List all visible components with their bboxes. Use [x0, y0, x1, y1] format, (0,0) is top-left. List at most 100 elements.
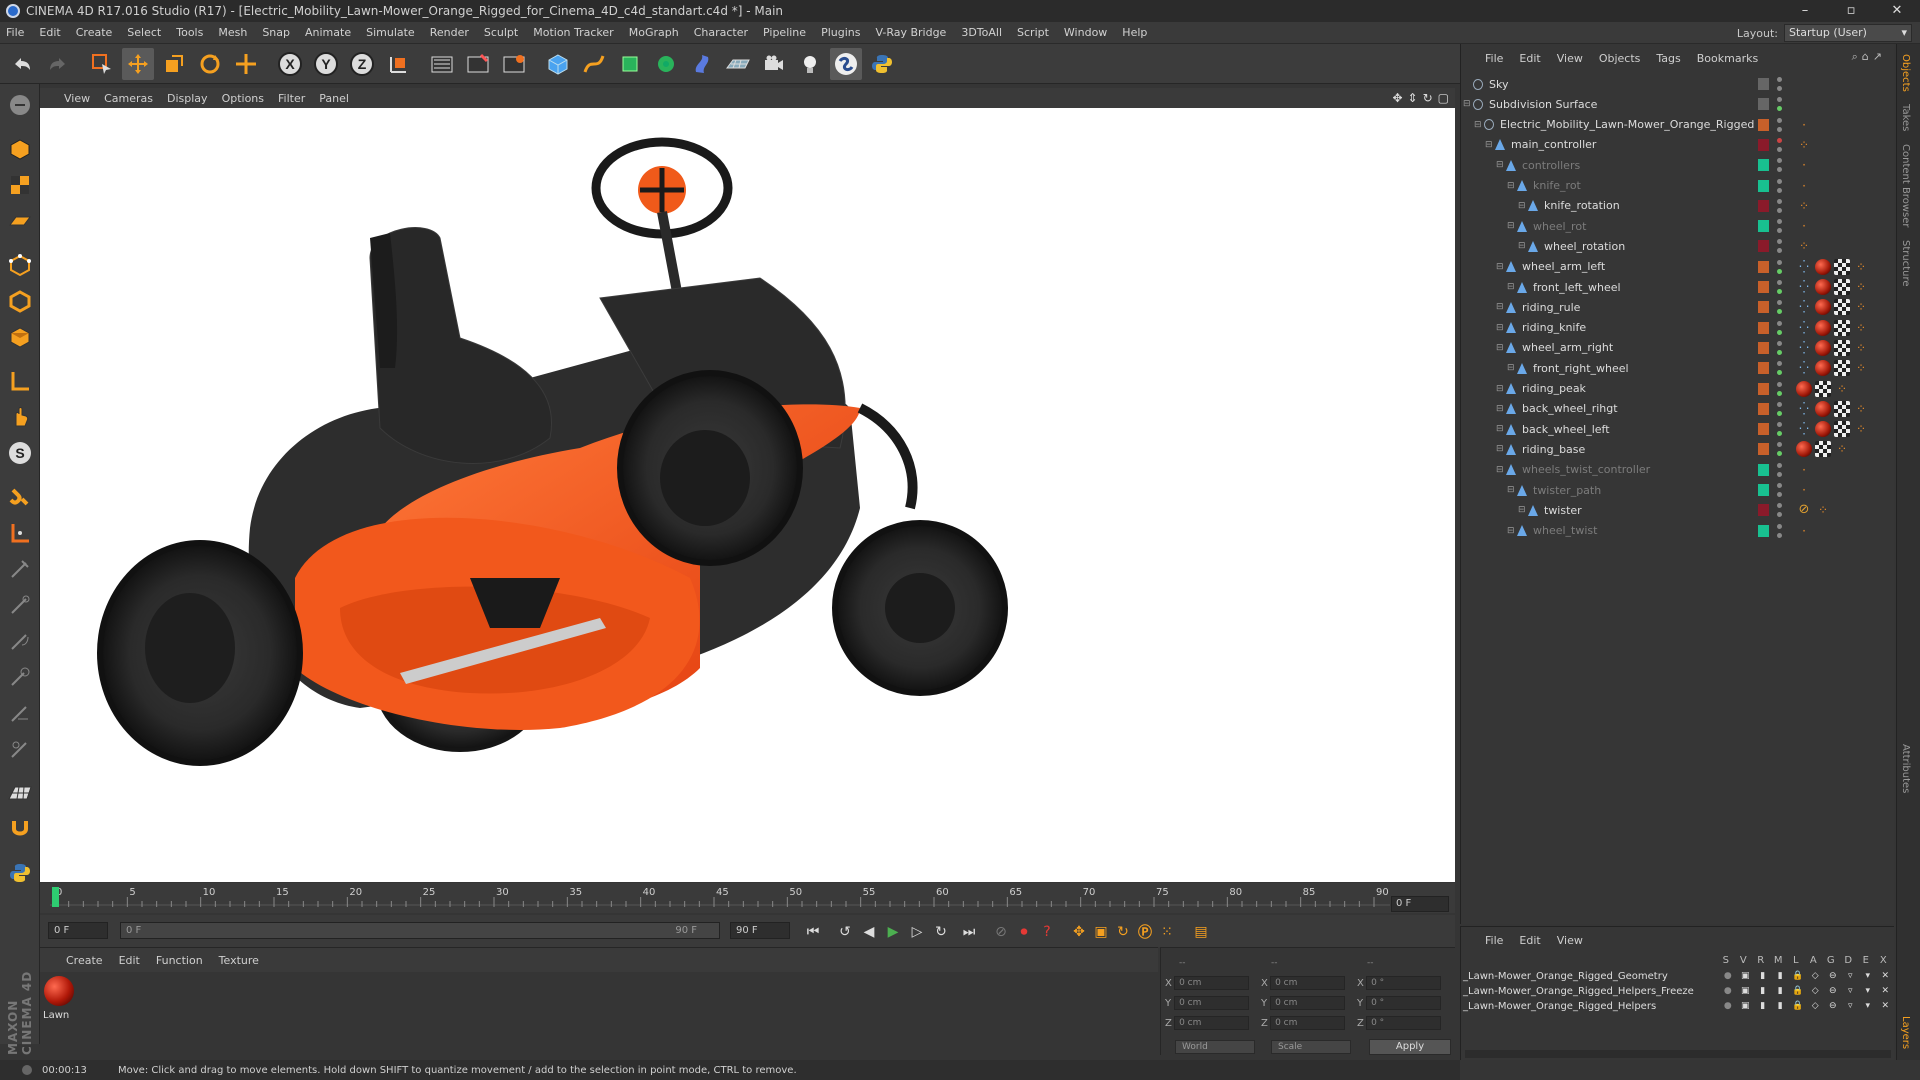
- menu-pipeline[interactable]: Pipeline: [763, 26, 806, 39]
- ik-tag-icon[interactable]: ⁘: [1796, 198, 1812, 214]
- frame-range-slider[interactable]: 0 F 90 F: [120, 922, 720, 939]
- layer-flag-a-icon[interactable]: ◇: [1807, 986, 1825, 996]
- object-row-knife-rot[interactable]: ⊟ knife_rot ·: [1461, 176, 1895, 196]
- menu-mesh[interactable]: Mesh: [218, 26, 247, 39]
- layer-color-swatch[interactable]: [1758, 220, 1769, 233]
- uvw-tag-icon[interactable]: [1834, 400, 1850, 417]
- previous-frame-icon[interactable]: ◀: [858, 921, 880, 943]
- material-menu-create[interactable]: Create: [66, 954, 103, 967]
- ik-tag-icon[interactable]: ⁘: [1796, 238, 1812, 254]
- material-tag-icon[interactable]: [1796, 441, 1812, 458]
- object-menu-objects[interactable]: Objects: [1599, 52, 1641, 65]
- object-manager-nav-icons[interactable]: ⌕⌂↗: [1852, 50, 1886, 64]
- rotation-b-field[interactable]: 0 °: [1366, 1016, 1441, 1030]
- visibility-dots[interactable]: [1777, 340, 1783, 355]
- texture-mode-icon[interactable]: [5, 170, 35, 200]
- layer-flag-x-icon[interactable]: ✕: [1877, 1001, 1895, 1011]
- position-y-field[interactable]: 0 cm: [1174, 996, 1249, 1010]
- selection-tag-icon[interactable]: ⁛: [1796, 259, 1812, 275]
- ik-tag-icon[interactable]: ⁘: [1815, 502, 1831, 518]
- python-script-icon[interactable]: [866, 48, 898, 80]
- layer-color-swatch[interactable]: [1758, 362, 1769, 375]
- ik-tag-icon[interactable]: ⁘: [1834, 441, 1850, 457]
- visibility-dots[interactable]: [1777, 503, 1783, 518]
- object-row-wheel-twist[interactable]: ⊟ wheel_twist ·: [1461, 521, 1895, 541]
- tweak-mode-icon[interactable]: [5, 402, 35, 432]
- array-generator-icon[interactable]: [650, 48, 682, 80]
- expand-toggle-icon[interactable]: ⊟: [1496, 404, 1504, 414]
- layer-flag-e-icon[interactable]: ▾: [1859, 1001, 1877, 1011]
- autokey-icon[interactable]: ?: [1036, 921, 1058, 943]
- uvw-tag-icon[interactable]: [1834, 299, 1850, 316]
- visibility-dots[interactable]: [1777, 198, 1783, 213]
- expand-toggle-icon[interactable]: ⊟: [1507, 526, 1515, 536]
- layer-column-s[interactable]: S: [1717, 955, 1735, 966]
- object-row-controllers[interactable]: ⊟ controllers ·: [1461, 155, 1895, 175]
- playhead[interactable]: [52, 887, 59, 907]
- object-menu-view[interactable]: View: [1557, 52, 1583, 65]
- layer-color-swatch[interactable]: [1758, 281, 1769, 293]
- layer-flag-v-icon[interactable]: ▣: [1737, 986, 1755, 996]
- brush-tool-icon[interactable]: [5, 554, 35, 584]
- ik-tag-icon[interactable]: ⁘: [1853, 259, 1869, 275]
- uvw-tag-icon[interactable]: [1834, 258, 1850, 275]
- viewport-rotate-icon[interactable]: ↻: [1423, 91, 1433, 105]
- layer-row[interactable]: _Lawn-Mower_Orange_Rigged_Helpers ● ▣ ▮ ▮ 🔒 ◇ ⊖…: [1463, 999, 1893, 1013]
- expand-toggle-icon[interactable]: ⊟: [1518, 201, 1526, 211]
- size-mode-dropdown[interactable]: Scale: [1271, 1040, 1351, 1054]
- edges-mode-icon[interactable]: [5, 286, 35, 316]
- selection-tag-icon[interactable]: ⁛: [1796, 360, 1812, 376]
- layer-color-swatch[interactable]: [1758, 504, 1769, 517]
- expand-toggle-icon[interactable]: ⊟: [1496, 424, 1504, 434]
- maximize-button[interactable]: ▫: [1828, 0, 1874, 22]
- expand-toggle-icon[interactable]: ⊟: [1496, 343, 1504, 353]
- side-tab-attributes[interactable]: Attributes: [1900, 744, 1911, 793]
- play-forward-icon[interactable]: ▶: [882, 921, 904, 943]
- object-row-riding-rule[interactable]: ⊟ riding_rule ⁛ ⁘: [1461, 297, 1895, 317]
- key-rotation-icon[interactable]: ↻: [1112, 921, 1134, 943]
- display-tag-icon[interactable]: ·: [1796, 117, 1812, 133]
- coordinate-space-dropdown[interactable]: World: [1175, 1040, 1255, 1054]
- menu-script[interactable]: Script: [1017, 26, 1049, 39]
- object-row-front-left-wheel[interactable]: ⊟ front_left_wheel ⁛ ⁘: [1461, 277, 1895, 297]
- next-frame-icon[interactable]: ▷: [906, 921, 928, 943]
- object-row-subdivision-surface[interactable]: ⊟ Subdivision Surface: [1461, 94, 1895, 114]
- uvw-tag-icon[interactable]: [1834, 421, 1850, 438]
- layer-flag-e-icon[interactable]: ▾: [1859, 971, 1877, 981]
- next-key-icon[interactable]: ↻: [930, 921, 952, 943]
- coordinate-system-icon[interactable]: [382, 48, 414, 80]
- expand-toggle-icon[interactable]: ⊟: [1496, 160, 1504, 170]
- pinch-tool-icon[interactable]: [5, 590, 35, 620]
- object-menu-file[interactable]: File: [1485, 52, 1503, 65]
- expand-toggle-icon[interactable]: ⊟: [1507, 485, 1515, 495]
- model-mode-icon[interactable]: [5, 134, 35, 164]
- visibility-dots[interactable]: [1777, 462, 1783, 477]
- side-tab-takes[interactable]: Takes: [1900, 104, 1911, 131]
- visibility-dots[interactable]: [1777, 239, 1783, 254]
- layer-color-swatch[interactable]: [1758, 98, 1769, 111]
- menu-plugins[interactable]: Plugins: [821, 26, 860, 39]
- python-icon[interactable]: [5, 858, 35, 888]
- key-scale-icon[interactable]: ▣: [1090, 921, 1112, 943]
- z-axis-lock-button[interactable]: Z: [346, 48, 378, 80]
- record-position-icon[interactable]: ⊘: [990, 921, 1012, 943]
- axis-mode-icon[interactable]: [5, 366, 35, 396]
- apply-button[interactable]: Apply: [1369, 1039, 1451, 1055]
- menu-sculpt[interactable]: Sculpt: [484, 26, 518, 39]
- layer-flag-s-icon[interactable]: ●: [1719, 1001, 1737, 1011]
- visibility-dots[interactable]: [1777, 97, 1783, 112]
- layer-flag-g-icon[interactable]: ⊖: [1824, 1001, 1842, 1011]
- menu-animate[interactable]: Animate: [305, 26, 351, 39]
- layer-row[interactable]: _Lawn-Mower_Orange_Rigged_Geometry ● ▣ ▮ ▮ 🔒 ◇…: [1463, 969, 1893, 983]
- ik-tag-icon[interactable]: ⁘: [1834, 381, 1850, 397]
- menu-3dtoall[interactable]: 3DToAll: [961, 26, 1002, 39]
- visibility-dots[interactable]: [1777, 77, 1783, 91]
- menu-render[interactable]: Render: [430, 26, 469, 39]
- layer-color-swatch[interactable]: [1758, 423, 1769, 436]
- timeline-ruler[interactable]: 0 5 10 15 20 25 30 35 40 45 50 55 60 65 70 75 80 85 90 0 F: [40, 883, 1455, 913]
- menu-motion-tracker[interactable]: Motion Tracker: [533, 26, 613, 39]
- layer-flag-l-icon[interactable]: 🔒: [1789, 1001, 1807, 1011]
- layer-color-swatch[interactable]: [1758, 484, 1769, 496]
- layer-menu-view[interactable]: View: [1557, 934, 1583, 947]
- menu-edit[interactable]: Edit: [39, 26, 60, 39]
